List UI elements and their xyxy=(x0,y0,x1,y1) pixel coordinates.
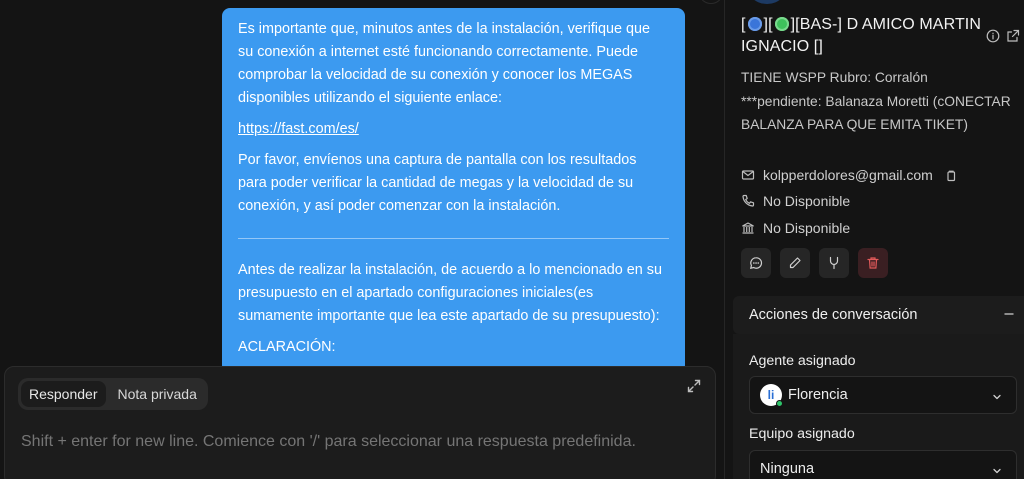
scroll-indicator xyxy=(700,0,722,4)
chevron-down-icon xyxy=(992,390,1002,400)
app-root: Es importante que, minutos antes de la i… xyxy=(0,0,1024,479)
contact-notes: TIENE WSPP Rubro: Corralón ***pendiente:… xyxy=(741,70,1011,132)
chevron-down-icon xyxy=(992,464,1002,474)
contact-actions xyxy=(741,248,888,278)
chat-icon xyxy=(750,257,763,270)
phone-row: No Disponible xyxy=(741,191,850,211)
tab-reply[interactable]: Responder xyxy=(21,381,106,407)
copy-icon[interactable] xyxy=(945,169,957,182)
agent-avatar: li xyxy=(760,384,783,407)
online-status-icon xyxy=(776,400,783,407)
assigned-team-select[interactable]: Ninguna xyxy=(749,450,1017,479)
merge-icon xyxy=(829,256,839,270)
trash-icon xyxy=(867,257,879,269)
expand-icon[interactable] xyxy=(687,379,701,393)
delete-contact-button[interactable] xyxy=(858,248,888,278)
message-paragraph: Antes de realizar la instalación, de acu… xyxy=(238,262,662,324)
agent-initial-icon: li xyxy=(767,388,775,402)
message-paragraph: ACLARACIÓN: xyxy=(238,339,336,355)
message-bubble: Es importante que, minutos antes de la i… xyxy=(222,8,685,373)
conversation-actions-header[interactable]: Acciones de conversación xyxy=(733,296,1024,334)
message-paragraph: Es importante que, minutos antes de la i… xyxy=(238,21,650,106)
conversation-area: Es importante que, minutos antes de la i… xyxy=(0,0,724,479)
contact-phone: No Disponible xyxy=(763,193,851,209)
tab-private-note[interactable]: Nota privada xyxy=(110,381,205,407)
merge-contact-button[interactable] xyxy=(819,248,849,278)
bank-icon xyxy=(741,221,755,235)
contact-name: [][][BAS-] D AMICO MARTIN IGNACIO [] xyxy=(741,16,982,55)
info-icon[interactable] xyxy=(986,29,1000,43)
external-link-icon[interactable] xyxy=(1006,29,1020,43)
edit-contact-button[interactable] xyxy=(780,248,810,278)
fast-link[interactable]: https://fast.com/es/ xyxy=(238,121,359,137)
assigned-agent-value: Florencia xyxy=(788,387,848,403)
company-row: No Disponible xyxy=(741,218,850,238)
conversation-actions-body: Agente asignado li Florencia Equipo asig… xyxy=(733,334,1024,479)
email-row: kolpperdolores@gmail.com xyxy=(741,165,957,185)
contact-company: No Disponible xyxy=(763,220,851,236)
reply-input[interactable] xyxy=(21,433,701,451)
contact-panel: [][][BAS-] D AMICO MARTIN IGNACIO [] TIE… xyxy=(724,0,1024,479)
assigned-team-value: Ninguna xyxy=(760,461,815,477)
contact-email[interactable]: kolpperdolores@gmail.com xyxy=(763,167,933,183)
edit-icon xyxy=(789,257,801,269)
reply-box: Responder Nota privada xyxy=(4,366,716,479)
mail-icon xyxy=(741,168,755,182)
section-title: Acciones de conversación xyxy=(749,307,918,323)
avatar xyxy=(745,0,789,4)
phone-icon xyxy=(741,194,755,208)
message-divider xyxy=(238,238,669,239)
minus-icon[interactable] xyxy=(1003,307,1015,321)
new-conversation-button[interactable] xyxy=(741,248,771,278)
assigned-team-label: Equipo asignado xyxy=(749,426,855,442)
assigned-agent-select[interactable]: li Florencia xyxy=(749,376,1017,414)
contact-header-icons xyxy=(986,29,1020,43)
green-circle-icon xyxy=(774,17,789,31)
assigned-agent-label: Agente asignado xyxy=(749,353,856,369)
reply-mode-tabs: Responder Nota privada xyxy=(18,378,208,410)
message-paragraph: Por favor, envíenos una captura de panta… xyxy=(238,152,637,214)
blue-circle-icon xyxy=(747,17,762,31)
